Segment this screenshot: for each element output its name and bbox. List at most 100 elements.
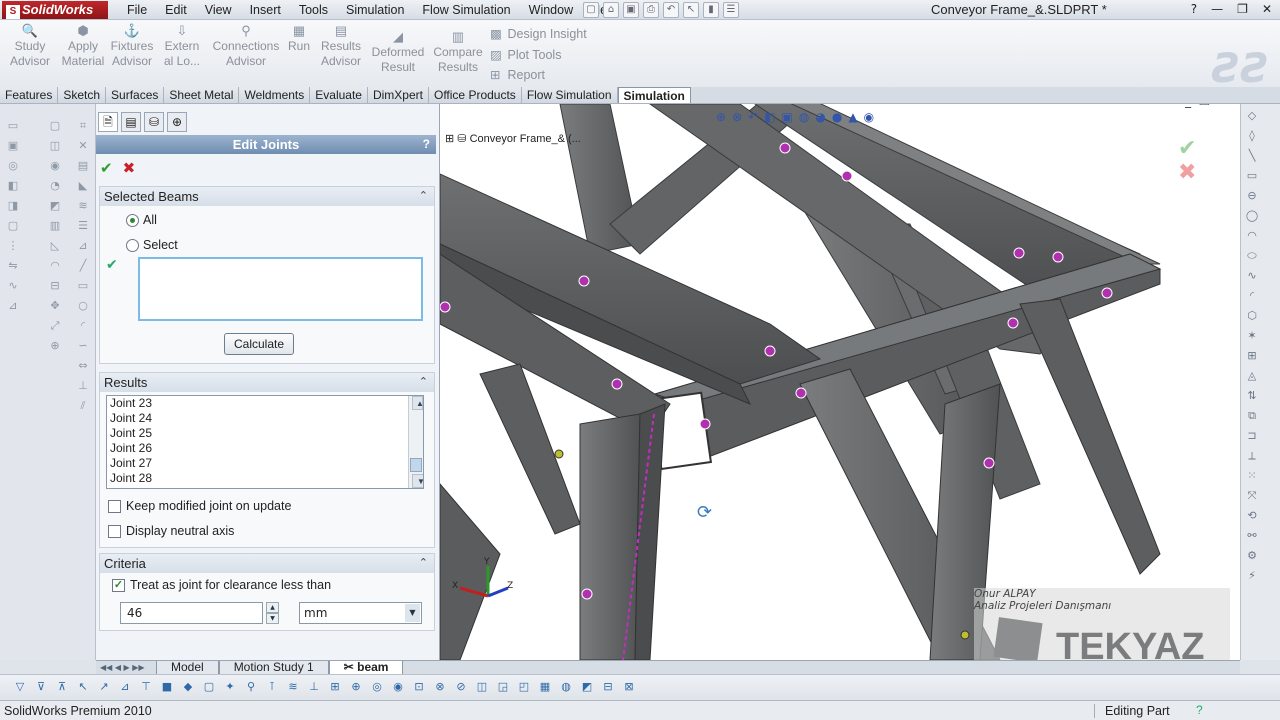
combine-tool-icon[interactable]: ⊕	[48, 338, 62, 353]
open-icon[interactable]: ⌂	[603, 2, 619, 18]
config-manager-tab-icon[interactable]: ⛁	[144, 112, 164, 132]
move-tool-icon[interactable]: ✥	[48, 298, 62, 313]
animate-icon[interactable]: ⊘	[453, 679, 469, 695]
save-icon[interactable]: ▣	[623, 2, 639, 18]
menu-simulation[interactable]: Simulation	[337, 2, 413, 18]
probe-icon[interactable]: ⊗	[432, 679, 448, 695]
fatigue-icon[interactable]: ◍	[558, 679, 574, 695]
chevron-down-icon[interactable]: ▼	[405, 604, 420, 622]
offset-tool-icon[interactable]: ⫽	[76, 398, 90, 413]
list-item[interactable]: Joint 23	[107, 396, 423, 411]
design-insight-button[interactable]: ▩ Design Insight	[490, 26, 587, 41]
extrude-tool-icon[interactable]: ▣	[6, 138, 20, 153]
deformed-result-button[interactable]: ◢ Deformed Result	[368, 30, 428, 75]
feature-tree-flyout[interactable]: ⊞ ⛁ Conveyor Frame_& (...	[445, 132, 581, 145]
cancel-x-icon[interactable]: ✖	[123, 159, 136, 177]
tab-simulation[interactable]: Simulation	[617, 87, 691, 103]
collapse-icon[interactable]: ⌃	[419, 373, 428, 392]
view-settings-icon[interactable]: ◉	[864, 110, 874, 124]
weld-bead-icon[interactable]: ≋	[76, 198, 90, 213]
compare-icon[interactable]: ◰	[516, 679, 532, 695]
beam-frame-model[interactable]	[440, 104, 1240, 660]
rectangle-icon[interactable]: ▭	[1244, 168, 1260, 184]
shell-tool-icon[interactable]: ▢	[6, 218, 20, 233]
filter-all-icon[interactable]: ⊽	[33, 679, 49, 695]
hide-show-icon[interactable]: ◕	[815, 110, 825, 124]
quick-snaps-icon[interactable]: ⚡	[1244, 568, 1260, 584]
plot-tools-button[interactable]: ▨ Plot Tools	[490, 47, 561, 62]
pattern-tool-icon[interactable]: ⋮	[6, 238, 20, 253]
scroll-down-icon[interactable]: ▼	[412, 474, 423, 488]
spline-tool-icon[interactable]: ∽	[76, 338, 90, 353]
scene-icon[interactable]: ▲	[848, 110, 857, 124]
draft-tool-icon[interactable]: ◺	[48, 238, 62, 253]
connections-advisor-button[interactable]: ⚲ Connections Advisor	[210, 24, 282, 69]
run-button[interactable]: ▦ Run	[284, 24, 314, 54]
scroll-thumb[interactable]	[410, 458, 422, 472]
joint-list-scrollbar[interactable]: ▲ ▼	[408, 396, 423, 488]
status-help-icon[interactable]: ?	[1196, 703, 1203, 717]
plane-icon[interactable]: ◬	[1244, 368, 1260, 384]
cut-tool-icon[interactable]: ◫	[48, 138, 62, 153]
tab-scroll-icon[interactable]: ◀◀ ◀ ▶ ▶▶	[96, 661, 156, 674]
rotate-icon[interactable]: ⟲	[1244, 508, 1260, 524]
mirror-icon[interactable]: ⇅	[1244, 388, 1260, 404]
tab-weldments[interactable]: Weldments	[239, 87, 311, 103]
box-tool-icon[interactable]: ▢	[48, 118, 62, 133]
beam-selection-box[interactable]	[138, 257, 423, 321]
revolve-tool-icon[interactable]: ◎	[6, 158, 20, 173]
loft-tool-icon[interactable]: ◨	[6, 198, 20, 213]
compare-results-button[interactable]: ▥ Compare Results	[430, 30, 486, 75]
move-icon[interactable]: ⤧	[1244, 488, 1260, 504]
appearance-icon[interactable]: ●	[832, 110, 842, 124]
line-tool-icon[interactable]: ╱	[76, 258, 90, 273]
gusset-icon[interactable]: ◣	[76, 178, 90, 193]
fillet-icon[interactable]: ◜	[1244, 288, 1260, 304]
stress-icon[interactable]: ◎	[369, 679, 385, 695]
rect-tool-icon[interactable]: ▭	[76, 278, 90, 293]
print-icon[interactable]: ⎙	[643, 2, 659, 18]
select-beam-icon[interactable]: ↗	[96, 679, 112, 695]
sweep-tool-icon[interactable]: ◧	[6, 178, 20, 193]
dim-tool-icon[interactable]: ⇔	[76, 358, 90, 373]
solidworks-logo[interactable]: S SolidWorks	[2, 1, 108, 19]
radio-select[interactable]: Select	[126, 238, 178, 252]
rib-tool-icon[interactable]: ▥	[48, 218, 62, 233]
filter-beam-icon[interactable]: ⊼	[54, 679, 70, 695]
trim-icon[interactable]: ⟂	[1244, 448, 1260, 464]
spring-icon[interactable]: ≋	[285, 679, 301, 695]
spin-up-icon[interactable]: ▲	[266, 602, 279, 613]
unit-select[interactable]: mm ▼	[299, 602, 422, 624]
end-cap-icon[interactable]: ▤	[76, 158, 90, 173]
export-icon[interactable]: ⊟	[600, 679, 616, 695]
options-icon[interactable]: ☰	[723, 2, 739, 18]
previous-view-icon[interactable]: ↶	[748, 110, 758, 124]
tab-motion-study[interactable]: Motion Study 1	[218, 661, 329, 674]
confirm-ok-icon[interactable]: ✔	[1178, 136, 1196, 161]
filter-icon[interactable]: ▽	[12, 679, 28, 695]
results-advisor-button[interactable]: ▤ Results Advisor	[318, 24, 364, 69]
confirm-cancel-icon[interactable]: ✖	[1178, 160, 1196, 185]
tab-dimxpert[interactable]: DimXpert	[367, 87, 429, 103]
circle-icon[interactable]: ◯	[1244, 208, 1260, 224]
section-icon[interactable]: ◫	[474, 679, 490, 695]
vp-close-icon[interactable]: ✕	[1218, 104, 1228, 108]
collapse-icon[interactable]: ⌃	[419, 187, 428, 206]
cut-list-icon[interactable]: ☰	[76, 218, 90, 233]
load-icon[interactable]: ◆	[180, 679, 196, 695]
offset-icon[interactable]: ⧉	[1244, 408, 1260, 424]
tab-beam-study[interactable]: ✂ beam	[328, 661, 404, 674]
strain-icon[interactable]: ⊡	[411, 679, 427, 695]
arc-icon[interactable]: ◠	[1244, 228, 1260, 244]
contact-icon[interactable]: ▢	[201, 679, 217, 695]
menu-tools[interactable]: Tools	[290, 2, 337, 18]
display-style-icon[interactable]: ◍	[799, 110, 809, 124]
chamfer-tool-icon[interactable]: ◩	[48, 198, 62, 213]
tab-model[interactable]: Model	[156, 661, 219, 674]
split-tool-icon[interactable]: ⊟	[48, 278, 62, 293]
grid-icon[interactable]: ⊞	[1244, 348, 1260, 364]
external-loads-button[interactable]: ⇩ Extern al Lo...	[160, 24, 204, 69]
keep-modified-checkbox[interactable]: Keep modified joint on update	[108, 499, 291, 513]
convert-icon[interactable]: ⊐	[1244, 428, 1260, 444]
restore-icon[interactable]: ❐	[1237, 2, 1248, 16]
